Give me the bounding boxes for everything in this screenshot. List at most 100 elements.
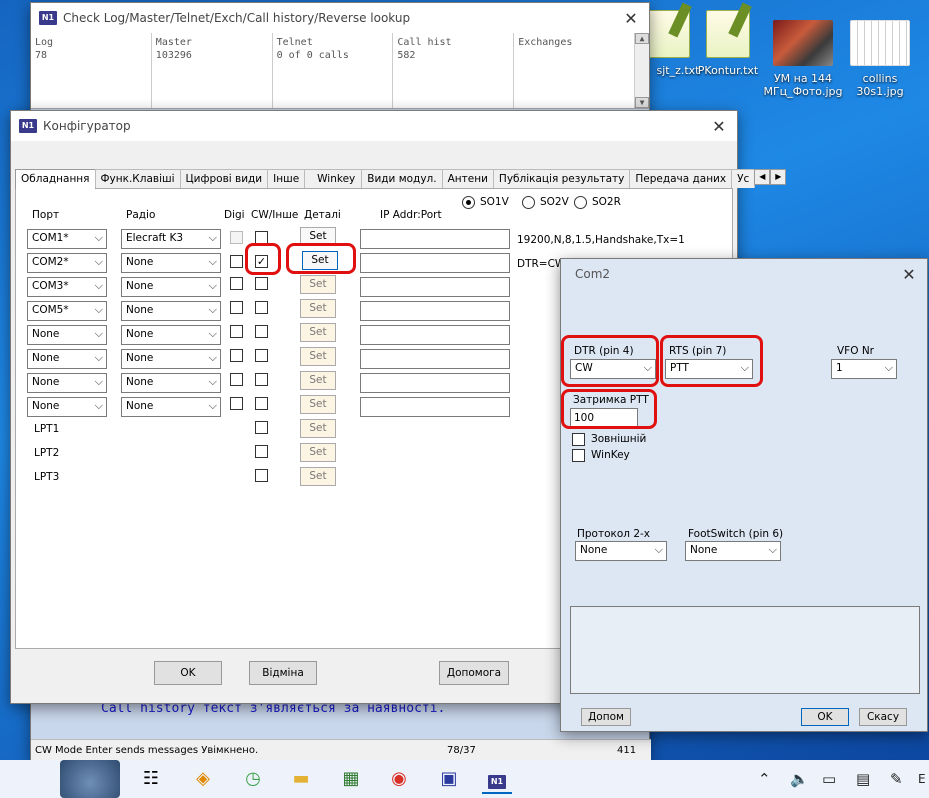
close-icon[interactable]: ✕ (701, 117, 737, 136)
digi-checkbox-4[interactable] (230, 301, 243, 314)
cw-checkbox-3[interactable] (255, 277, 268, 290)
ip-field-5[interactable] (360, 325, 510, 345)
desktop-icon-pkontur[interactable]: PKontur.txt (688, 10, 768, 77)
tray-language[interactable]: E (918, 772, 926, 786)
chrome-icon[interactable]: ◉ (384, 764, 414, 794)
radio-so1v[interactable] (462, 196, 475, 209)
save-app-icon[interactable]: ▣ (434, 764, 464, 794)
lpt2-checkbox[interactable] (255, 445, 268, 458)
radio-select-4[interactable]: None ⌵ (121, 301, 221, 321)
ip-field-8[interactable] (360, 397, 510, 417)
port-select-5[interactable]: None ⌵ (27, 325, 107, 345)
ip-field-2[interactable] (360, 253, 510, 273)
tab-right-icon[interactable]: ▶ (770, 169, 787, 185)
set-button-7[interactable]: Set (300, 371, 336, 390)
cw-checkbox-7[interactable] (255, 373, 268, 386)
ip-field-7[interactable] (360, 373, 510, 393)
set-button-6[interactable]: Set (300, 347, 336, 366)
desktop-icon-collins[interactable]: collins 30s1.jpg (840, 20, 920, 98)
radio-select-5[interactable]: None ⌵ (121, 325, 221, 345)
close-icon[interactable]: ✕ (891, 265, 927, 284)
ip-field-6[interactable] (360, 349, 510, 369)
cw-checkbox-8[interactable] (255, 397, 268, 410)
port-select-7[interactable]: None ⌵ (27, 373, 107, 393)
port-select-8[interactable]: None ⌵ (27, 397, 107, 417)
tab-hardware[interactable]: Обладнання (15, 169, 96, 190)
tab-score-reporting[interactable]: Публікація результату (492, 169, 631, 188)
app-orange-icon[interactable]: ◈ (188, 764, 218, 794)
port-select-4[interactable]: COM5* ⌵ (27, 301, 107, 321)
tab-left-icon[interactable]: ◀ (754, 169, 771, 185)
port-select-3[interactable]: COM3* ⌵ (27, 277, 107, 297)
set-button-5[interactable]: Set (300, 323, 336, 342)
task-view-icon[interactable]: ☷ (136, 764, 166, 794)
scroll-down-icon[interactable]: ▼ (634, 97, 649, 108)
vfo-select[interactable]: 1 ⌵ (831, 359, 897, 379)
radio-select-8[interactable]: None ⌵ (121, 397, 221, 417)
lpt1-set-button[interactable]: Set (300, 419, 336, 438)
external-checkbox[interactable] (572, 433, 585, 446)
ip-field-3[interactable] (360, 277, 510, 297)
tab-antennas[interactable]: Антени (441, 169, 494, 188)
pen-icon[interactable]: ✎ (890, 770, 903, 788)
chart-app-icon[interactable]: ▦ (336, 764, 366, 794)
radio-so2r[interactable] (574, 196, 587, 209)
digi-checkbox-6[interactable] (230, 349, 243, 362)
chevron-up-icon[interactable]: ⌃ (758, 770, 771, 788)
radio-select-7[interactable]: None ⌵ (121, 373, 221, 393)
help-button[interactable]: Допомога (439, 661, 509, 685)
search-avatar-icon[interactable] (60, 760, 120, 798)
lpt3-set-button[interactable]: Set (300, 467, 336, 486)
checklog-titlebar[interactable]: N1 Check Log/Master/Telnet/Exch/Call his… (31, 3, 649, 33)
close-icon[interactable]: ✕ (613, 9, 649, 28)
radio-select-3[interactable]: None ⌵ (121, 277, 221, 297)
tab-digital-modes[interactable]: Цифрові види (179, 169, 269, 188)
cancel-button[interactable]: Відміна (249, 661, 317, 685)
n1mm-taskbar-icon[interactable]: N1 (482, 764, 512, 794)
lpt1-checkbox[interactable] (255, 421, 268, 434)
set-button-4[interactable]: Set (300, 299, 336, 318)
tab-function-keys[interactable]: Функ.Клавіші (94, 169, 181, 188)
digi-checkbox-3[interactable] (230, 277, 243, 290)
cw-checkbox-6[interactable] (255, 349, 268, 362)
digi-checkbox-1[interactable] (230, 231, 243, 244)
cw-checkbox-5[interactable] (255, 325, 268, 338)
ip-field-4[interactable] (360, 301, 510, 321)
com2-cancel-button[interactable]: Скасу (859, 708, 907, 726)
radio-select-2[interactable]: None ⌵ (121, 253, 221, 273)
set-button-3[interactable]: Set (300, 275, 336, 294)
checklog-scrollbar[interactable]: ▲ ▼ (634, 33, 649, 108)
file-explorer-icon[interactable]: ▬ (286, 764, 316, 794)
monitor-icon[interactable]: ▤ (856, 770, 870, 788)
port-select-6[interactable]: None ⌵ (27, 349, 107, 369)
radio-so2v[interactable] (522, 196, 535, 209)
digi-checkbox-2[interactable] (230, 255, 243, 268)
com2-help-button[interactable]: Допом (581, 708, 631, 726)
port-select-1[interactable]: COM1* ⌵ (27, 229, 107, 249)
tab-more[interactable]: Ус (731, 169, 756, 188)
digi-checkbox-8[interactable] (230, 397, 243, 410)
winkey-checkbox[interactable] (572, 449, 585, 462)
ip-field-1[interactable] (360, 229, 510, 249)
digi-checkbox-5[interactable] (230, 325, 243, 338)
port-select-2[interactable]: COM2* ⌵ (27, 253, 107, 273)
tab-winkey[interactable]: Winkey (304, 169, 363, 188)
scroll-up-icon[interactable]: ▲ (634, 33, 649, 44)
lpt3-checkbox[interactable] (255, 469, 268, 482)
ok-button[interactable]: OK (154, 661, 222, 685)
radio-select-1[interactable]: Elecraft K3 ⌵ (121, 229, 221, 249)
lpt2-set-button[interactable]: Set (300, 443, 336, 462)
tab-mode-types[interactable]: Види модул. (361, 169, 443, 188)
cw-checkbox-4[interactable] (255, 301, 268, 314)
set-button-8[interactable]: Set (300, 395, 336, 414)
com2-ok-button[interactable]: OK (801, 708, 849, 726)
protocol-select[interactable]: None ⌵ (575, 541, 667, 561)
radio-select-6[interactable]: None ⌵ (121, 349, 221, 369)
digi-checkbox-7[interactable] (230, 373, 243, 386)
configurator-titlebar[interactable]: N1 Конфігуратор ✕ (11, 111, 737, 141)
tab-data-transfer[interactable]: Передача даних (629, 169, 733, 188)
footswitch-select[interactable]: None ⌵ (685, 541, 781, 561)
com2-titlebar[interactable]: Com2 ✕ (561, 259, 927, 289)
volume-muted-icon[interactable]: 🔈 (790, 770, 809, 788)
clock-app-icon[interactable]: ◷ (238, 764, 268, 794)
